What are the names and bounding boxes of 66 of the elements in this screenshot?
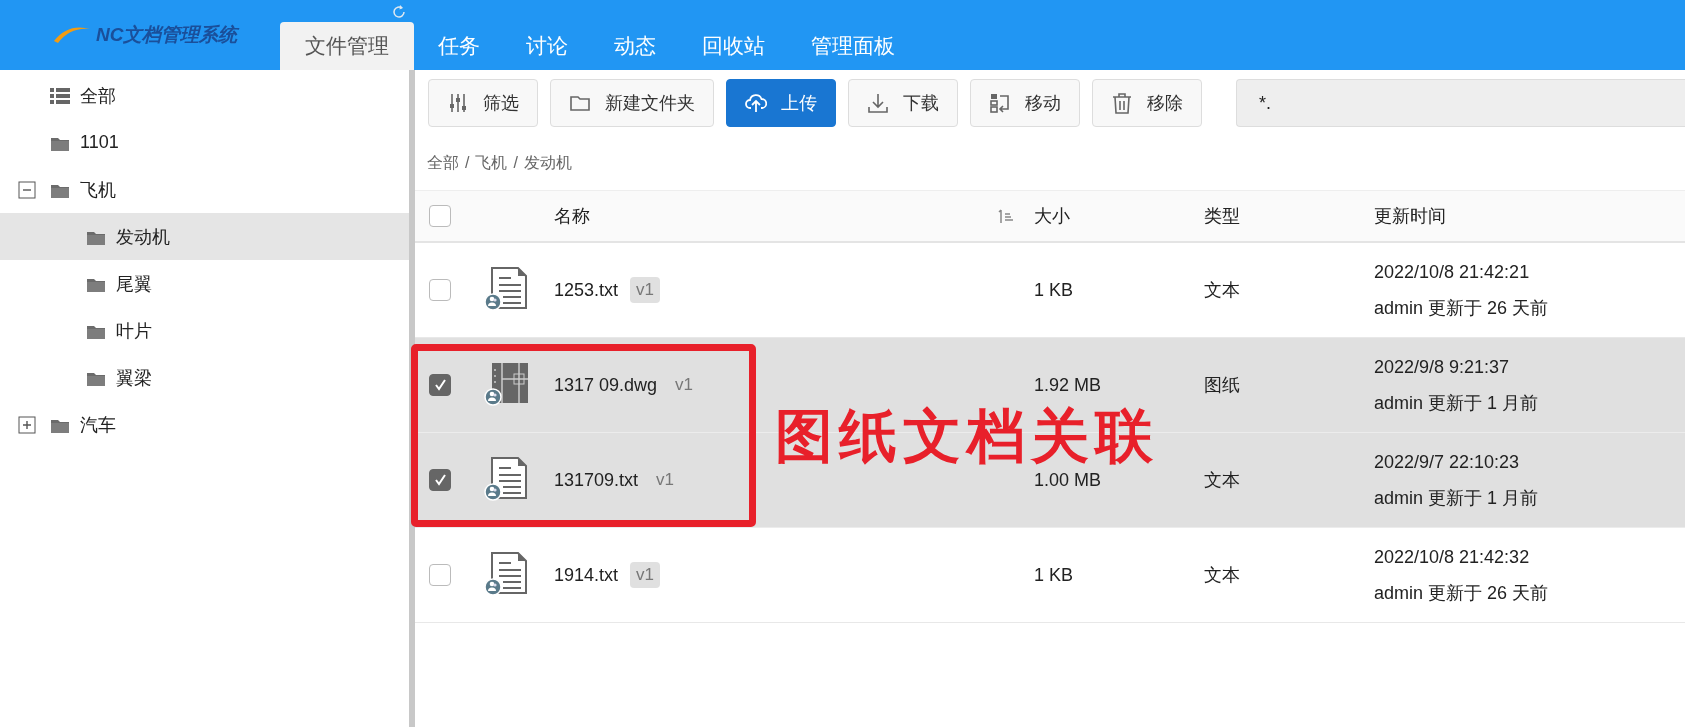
- move-icon: [989, 92, 1011, 114]
- breadcrumb-link[interactable]: 发动机: [523, 152, 572, 174]
- update-info: admin 更新于 26 天前: [1374, 297, 1550, 320]
- tree-item[interactable]: 发动机: [0, 213, 409, 260]
- update-info: admin 更新于 26 天前: [1374, 582, 1550, 605]
- file-type: 文本: [1204, 564, 1241, 587]
- tree-item[interactable]: 翼梁: [0, 354, 409, 401]
- update-time: 2022/10/8 21:42:32: [1374, 546, 1531, 569]
- sliders-icon: [447, 92, 469, 114]
- logo-text: NC文档管理系统: [96, 23, 238, 47]
- breadcrumb-link[interactable]: 飞机: [475, 152, 508, 174]
- file-type: 图纸: [1204, 374, 1241, 397]
- breadcrumb-separator: /: [465, 154, 470, 172]
- tree-item[interactable]: 汽车: [0, 401, 409, 448]
- move-button[interactable]: 移动: [970, 79, 1080, 127]
- column-header[interactable]: 类型: [1204, 204, 1240, 228]
- update-time: 2022/9/8 9:21:37: [1374, 356, 1511, 379]
- file-name[interactable]: 1317 09.dwg: [554, 374, 658, 396]
- filter-button[interactable]: 筛选: [428, 79, 538, 127]
- nav-tab[interactable]: 文件管理: [280, 22, 414, 70]
- breadcrumb-link[interactable]: 全部: [427, 152, 459, 174]
- check-icon: [433, 473, 447, 487]
- tree-item[interactable]: 飞机: [0, 166, 409, 213]
- version-tag: v1: [630, 562, 660, 588]
- splitter-bar[interactable]: [409, 70, 415, 727]
- list-icon: [50, 86, 70, 105]
- remove-button[interactable]: 移除: [1092, 79, 1202, 127]
- collapse-icon[interactable]: [18, 180, 36, 199]
- update-time: 2022/9/7 22:10:23: [1374, 451, 1521, 474]
- row-checkbox[interactable]: [429, 374, 451, 396]
- file-name[interactable]: 1914.txt: [554, 564, 619, 586]
- new-folder-button[interactable]: 新建文件夹: [550, 79, 714, 127]
- download-button[interactable]: 下载: [848, 79, 958, 127]
- file-name[interactable]: 131709.txt: [554, 469, 639, 491]
- row-checkbox[interactable]: [429, 279, 451, 301]
- download-icon: [867, 92, 889, 114]
- check-icon: [433, 378, 447, 392]
- row-checkbox[interactable]: [429, 469, 451, 491]
- tree-item[interactable]: 1101: [0, 119, 409, 166]
- tree-item[interactable]: 叶片: [0, 307, 409, 354]
- file-name[interactable]: 1253.txt: [554, 279, 619, 301]
- search-field[interactable]: *.: [1236, 79, 1685, 127]
- file-type: 文本: [1204, 469, 1241, 492]
- cloud-upload-icon: [745, 92, 767, 114]
- row-checkbox[interactable]: [429, 564, 451, 586]
- breadcrumb-separator: /: [513, 154, 518, 172]
- file-size: 1.92 MB: [1034, 374, 1103, 396]
- upload-button[interactable]: 上传: [726, 79, 836, 127]
- update-info: admin 更新于 1 月前: [1374, 487, 1540, 510]
- file-size: 1 KB: [1034, 564, 1075, 586]
- refresh-icon: [390, 3, 408, 21]
- column-header[interactable]: 大小: [1034, 204, 1070, 228]
- trash-icon: [1111, 92, 1133, 114]
- expand-icon[interactable]: [18, 415, 36, 434]
- column-header[interactable]: 更新时间: [1374, 198, 1446, 234]
- select-all-checkbox[interactable]: [429, 205, 451, 227]
- file-size: 1 KB: [1034, 279, 1075, 301]
- table-row[interactable]: 1914.txt v1 1 KB 文本 2022/10/8 21:42:32 admin 更新于 26 天前: [415, 528, 1685, 623]
- tree-item[interactable]: 全部: [0, 72, 409, 119]
- file-type: 文本: [1204, 279, 1241, 302]
- version-tag: v1: [630, 277, 660, 303]
- update-info: admin 更新于 1 月前: [1374, 392, 1540, 415]
- tree-item[interactable]: 尾翼: [0, 260, 409, 307]
- update-time: 2022/10/8 21:42:21: [1374, 261, 1531, 284]
- file-size: 1.00 MB: [1034, 469, 1103, 491]
- column-header[interactable]: 名称: [554, 204, 590, 228]
